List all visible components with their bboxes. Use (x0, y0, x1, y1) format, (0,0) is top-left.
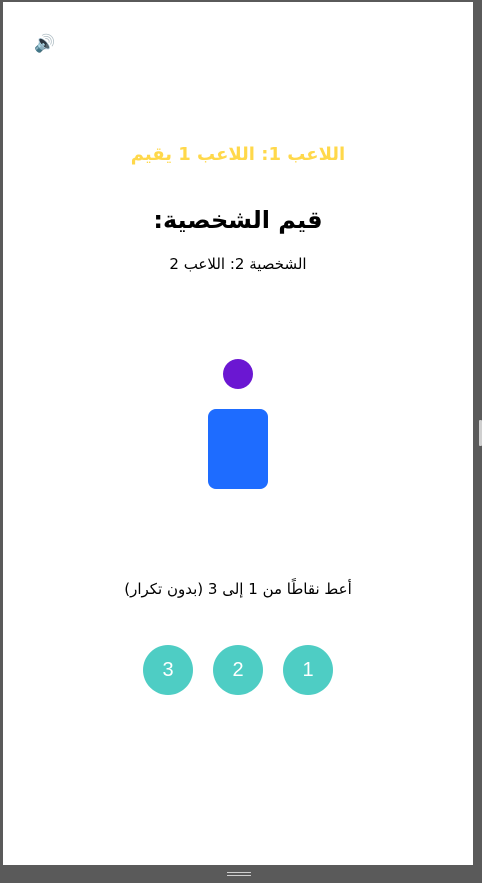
character-body (208, 409, 268, 489)
scoring-instructions: أعط نقاطًا من 1 إلى 3 (بدون تكرار) (124, 580, 352, 598)
character-head (223, 359, 253, 389)
character-name: الشخصية 2: اللاعب 2 (169, 255, 307, 273)
score-button-2[interactable]: 2 (213, 645, 263, 695)
speaker-icon[interactable]: 🔊 (33, 32, 57, 56)
app-window: 🔊 اللاعب 1: اللاعب 1 يقيم قيم الشخصية: ا… (0, 0, 482, 883)
game-screen: 🔊 اللاعب 1: اللاعب 1 يقيم قيم الشخصية: ا… (3, 2, 473, 865)
resize-grip[interactable] (227, 872, 251, 878)
score-button-1[interactable]: 1 (283, 645, 333, 695)
score-button-3[interactable]: 3 (143, 645, 193, 695)
rate-character-heading: قيم الشخصية: (153, 206, 323, 234)
turn-banner: اللاعب 1: اللاعب 1 يقيم (130, 144, 346, 165)
